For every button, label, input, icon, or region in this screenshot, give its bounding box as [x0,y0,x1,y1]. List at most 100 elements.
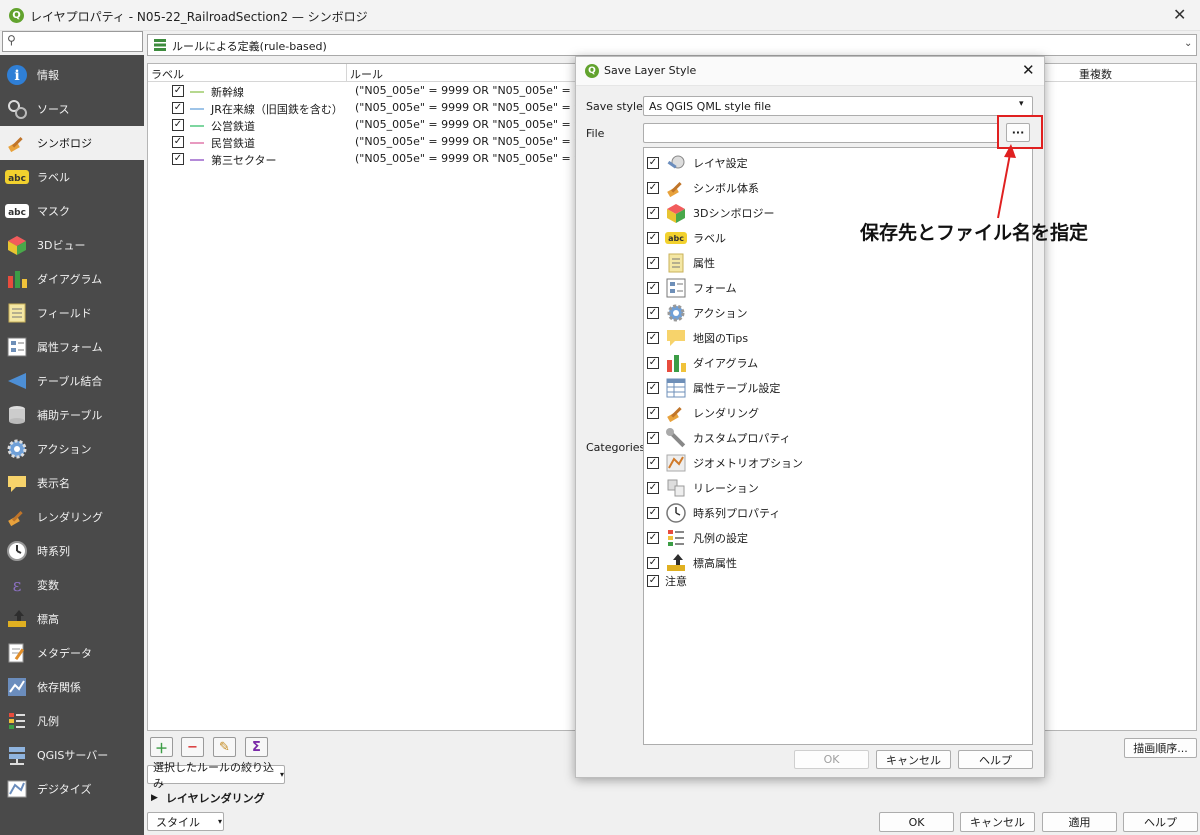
renderer-type-select[interactable]: ルールによる定義(rule-based) ⌄ [147,34,1197,56]
category-checkbox[interactable]: ✓ [647,481,659,494]
sidebar-item-legend[interactable]: 凡例 [0,704,144,738]
sidebar-item-fields[interactable]: フィールド [0,296,144,330]
sidebar-item-label: デジタイズ [37,783,92,796]
sidebar-item-source[interactable]: ソース [0,92,144,126]
sidebar-search-input[interactable]: ⚲ [2,31,143,52]
list-item[interactable]: ✓ 凡例の設定 [644,525,1032,550]
sidebar-item-info[interactable]: i 情報 [0,58,144,92]
category-checkbox[interactable]: ✓ [647,306,659,319]
line-symbol-swatch[interactable] [190,108,204,110]
category-checkbox[interactable]: ✓ [647,575,659,587]
symbol-levels-button[interactable]: 描画順序... [1124,738,1197,758]
sidebar-item-mask[interactable]: abc マスク [0,194,144,228]
rendering-brush-icon [5,506,29,528]
cancel-button[interactable]: キャンセル [960,812,1035,832]
sidebar-item-digitizing[interactable]: デジタイズ [0,772,144,806]
rule-checkbox[interactable]: ✓ [172,153,184,165]
category-checkbox[interactable]: ✓ [647,506,659,519]
line-symbol-swatch[interactable] [190,159,204,161]
remove-rule-button[interactable]: − [181,737,204,757]
category-checkbox[interactable]: ✓ [647,181,659,194]
list-item[interactable]: ✓ シンボル体系 [644,175,1032,200]
sidebar-item-rendering[interactable]: レンダリング [0,500,144,534]
legend-icon [665,528,687,548]
category-checkbox[interactable]: ✓ [647,156,659,169]
category-checkbox[interactable]: ✓ [647,206,659,219]
category-checkbox[interactable]: ✓ [647,381,659,394]
list-item[interactable]: ✓ 地図のTips [644,325,1032,350]
chevron-down-icon: ▾ [1019,99,1024,109]
line-symbol-swatch[interactable] [190,125,204,127]
ok-button[interactable]: OK [879,812,954,832]
category-checkbox[interactable]: ✓ [647,456,659,469]
sidebar-item-symbology[interactable]: シンボロジ [0,126,144,160]
add-rule-button[interactable]: ＋ [150,737,173,757]
edit-rule-button[interactable]: ✎ [213,737,236,757]
3d-cube-icon [665,203,687,223]
list-item[interactable]: ✓ フォーム [644,275,1032,300]
list-item[interactable]: ✓ 注意 [644,572,1032,590]
category-label: 3Dシンボロジー [693,206,775,220]
category-checkbox[interactable]: ✓ [647,531,659,544]
sidebar-item-labels[interactable]: abc ラベル [0,160,144,194]
category-checkbox[interactable]: ✓ [647,356,659,369]
category-checkbox[interactable]: ✓ [647,281,659,294]
sidebar: i 情報 ソース シンボロジ abc ラベル abc マスク 3Dビュー ダイア… [0,55,144,835]
rule-checkbox[interactable]: ✓ [172,85,184,97]
sum-button[interactable]: Σ [245,737,268,757]
dialog-cancel-button[interactable]: キャンセル [876,750,951,769]
sidebar-item-metadata[interactable]: メタデータ [0,636,144,670]
category-checkbox[interactable]: ✓ [647,331,659,344]
sidebar-item-elevation[interactable]: 標高 [0,602,144,636]
sidebar-item-auxiliary-storage[interactable]: 補助テーブル [0,398,144,432]
line-symbol-swatch[interactable] [190,142,204,144]
rule-checkbox[interactable]: ✓ [172,136,184,148]
sidebar-item-qgis-server[interactable]: QGISサーバー [0,738,144,772]
list-item[interactable]: ✓ レンダリング [644,400,1032,425]
list-item[interactable]: ✓ ジオメトリオプション [644,450,1032,475]
sidebar-item-actions[interactable]: アクション [0,432,144,466]
category-checkbox[interactable]: ✓ [647,431,659,444]
category-checkbox[interactable]: ✓ [647,256,659,269]
category-checkbox[interactable]: ✓ [647,231,659,244]
style-menu-button[interactable]: スタイル ▾ [147,812,224,831]
sidebar-item-display[interactable]: 表示名 [0,466,144,500]
sidebar-item-joins[interactable]: テーブル結合 [0,364,144,398]
chevron-down-icon: ▾ [218,817,223,826]
rule-checkbox[interactable]: ✓ [172,119,184,131]
apply-button[interactable]: 適用 [1042,812,1117,832]
help-button[interactable]: ヘルプ [1123,812,1198,832]
layer-rendering-group[interactable]: ▶ レイヤレンダリング [151,790,265,806]
list-item[interactable]: ✓ 属性テーブル設定 [644,375,1032,400]
sidebar-item-label: メタデータ [37,647,92,660]
column-header-label[interactable]: ラベル [151,66,184,82]
rule-checkbox[interactable]: ✓ [172,102,184,114]
legend-icon [5,710,29,732]
list-item[interactable]: ✓ カスタムプロパティ [644,425,1032,450]
dialog-ok-button[interactable]: OK [794,750,869,769]
refine-rule-dropdown[interactable]: 選択したルールの絞り込み ▾ [147,761,285,790]
dialog-help-button[interactable]: ヘルプ [958,750,1033,769]
sidebar-item-3d-view[interactable]: 3Dビュー [0,228,144,262]
sidebar-item-diagram[interactable]: ダイアグラム [0,262,144,296]
column-header-count[interactable]: 重複数 [1079,66,1112,82]
list-item[interactable]: ✓ 属性 [644,250,1032,275]
file-path-input[interactable] [643,123,999,143]
sidebar-item-temporal[interactable]: 時系列 [0,534,144,568]
list-item[interactable]: ✓ ダイアグラム [644,350,1032,375]
list-item[interactable]: ✓ レイヤ設定 [644,150,1032,175]
list-item[interactable]: ✓ 時系列プロパティ [644,500,1032,525]
list-item[interactable]: ✓ リレーション [644,475,1032,500]
sidebar-item-dependencies[interactable]: 依存関係 [0,670,144,704]
sidebar-item-attribute-form[interactable]: 属性フォーム [0,330,144,364]
column-header-rule[interactable]: ルール [350,66,383,82]
list-item[interactable]: ✓ アクション [644,300,1032,325]
window-close-button[interactable]: ✕ [1173,5,1186,24]
save-style-select[interactable]: As QGIS QML style file ▾ [643,96,1033,116]
category-checkbox[interactable]: ✓ [647,556,659,569]
category-checkbox[interactable]: ✓ [647,406,659,419]
dialog-close-button[interactable]: ✕ [1022,61,1035,79]
line-symbol-swatch[interactable] [190,91,204,93]
sidebar-item-label: 標高 [37,613,59,626]
sidebar-item-variables[interactable]: ε 変数 [0,568,144,602]
